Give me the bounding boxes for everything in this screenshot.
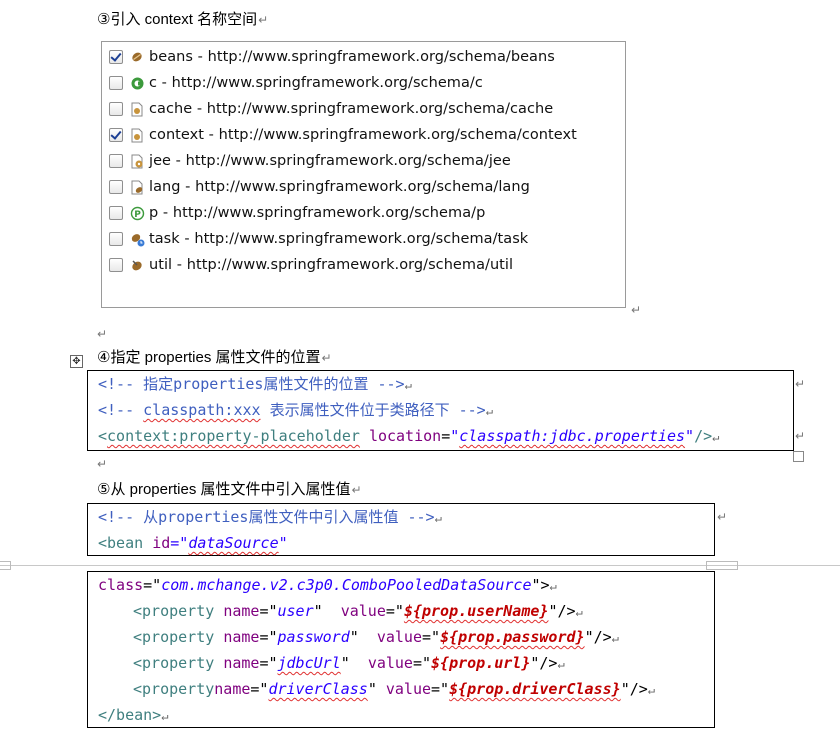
- namespace-item-beans[interactable]: beans - http://www.springframework.org/s…: [109, 46, 555, 68]
- heading-context-namespace: ③引入 context 名称空间↵: [97, 11, 269, 28]
- checkbox-checked[interactable]: [109, 50, 123, 64]
- paragraph-mark: ↵: [631, 303, 642, 317]
- code-line: class="com.mchange.v2.c3p0.ComboPooledDa…: [98, 576, 557, 594]
- checkbox-unchecked[interactable]: [109, 76, 123, 90]
- paragraph-mark: ↵: [795, 377, 806, 391]
- context-icon: [129, 127, 145, 143]
- page-margin-marker: [0, 561, 11, 570]
- namespace-item-context[interactable]: context - http://www.springframework.org…: [109, 124, 577, 146]
- code-block-bean-body: class="com.mchange.v2.c3p0.ComboPooledDa…: [87, 571, 715, 728]
- namespace-item-cache[interactable]: cache - http://www.springframework.org/s…: [109, 98, 553, 120]
- code-line: <context:property-placeholder location="…: [98, 427, 720, 445]
- checkbox-unchecked[interactable]: [109, 258, 123, 272]
- property-line: <property name="password" value="${prop.…: [133, 628, 619, 646]
- code-block-bean-open: <!-- 从properties属性文件中引入属性值 -->↵ <bean id…: [87, 503, 715, 556]
- namespace-item-c[interactable]: c - http://www.springframework.org/schem…: [109, 72, 483, 94]
- code-line: <!-- 指定properties属性文件的位置 -->↵: [98, 375, 412, 393]
- namespace-item-task[interactable]: task - http://www.springframework.org/sc…: [109, 228, 528, 250]
- c-namespace-icon: [129, 75, 145, 91]
- namespace-item-p[interactable]: P p - http://www.springframework.org/sch…: [109, 202, 485, 224]
- cache-icon: [129, 101, 145, 117]
- svg-text:P: P: [134, 210, 141, 220]
- table-move-handle[interactable]: ✥: [70, 355, 83, 368]
- lang-icon: [129, 179, 145, 195]
- namespace-item-jee[interactable]: jee - http://www.springframework.org/sch…: [109, 150, 511, 172]
- paragraph-mark: ↵: [795, 429, 806, 443]
- code-line: </bean>↵: [98, 706, 169, 724]
- checkbox-checked[interactable]: [109, 128, 123, 142]
- heading-import-property-values: ⑤从 properties 属性文件中引入属性值↵: [97, 481, 362, 498]
- property-line: <property name="jdbcUrl" value="${prop.u…: [133, 654, 565, 672]
- namespace-item-util[interactable]: util - http://www.springframework.org/sc…: [109, 254, 513, 276]
- checkbox-unchecked[interactable]: [109, 154, 123, 168]
- code-line: <bean id="dataSource": [98, 534, 288, 552]
- property-line: <property name="user" value="${prop.user…: [133, 602, 583, 620]
- property-line: <propertyname="driverClass" value="${pro…: [133, 680, 656, 698]
- checkbox-unchecked[interactable]: [109, 206, 123, 220]
- p-namespace-icon: P: [129, 205, 145, 221]
- heading-properties-location: ④指定 properties 属性文件的位置↵: [97, 349, 332, 366]
- jee-icon: [129, 153, 145, 169]
- code-line: <!-- classpath:xxx 表示属性文件位于类路径下 -->↵: [98, 401, 493, 419]
- namespace-item-lang[interactable]: lang - http://www.springframework.org/sc…: [109, 176, 530, 198]
- table-resize-handle[interactable]: [793, 451, 804, 462]
- util-icon: [129, 257, 145, 273]
- paragraph-mark: ↵: [97, 327, 108, 341]
- checkbox-unchecked[interactable]: [109, 180, 123, 194]
- checkbox-unchecked[interactable]: [109, 102, 123, 116]
- paragraph-mark: ↵: [97, 457, 108, 471]
- code-line: <!-- 从properties属性文件中引入属性值 -->↵: [98, 508, 442, 526]
- checkbox-unchecked[interactable]: [109, 232, 123, 246]
- page-margin-marker: [706, 561, 738, 570]
- paragraph-mark: ↵: [717, 510, 728, 524]
- task-icon: [129, 231, 145, 247]
- code-block-property-placeholder: <!-- 指定properties属性文件的位置 -->↵ <!-- class…: [87, 370, 794, 451]
- namespace-checklist: beans - http://www.springframework.org/s…: [101, 41, 626, 308]
- bean-icon: [129, 49, 145, 65]
